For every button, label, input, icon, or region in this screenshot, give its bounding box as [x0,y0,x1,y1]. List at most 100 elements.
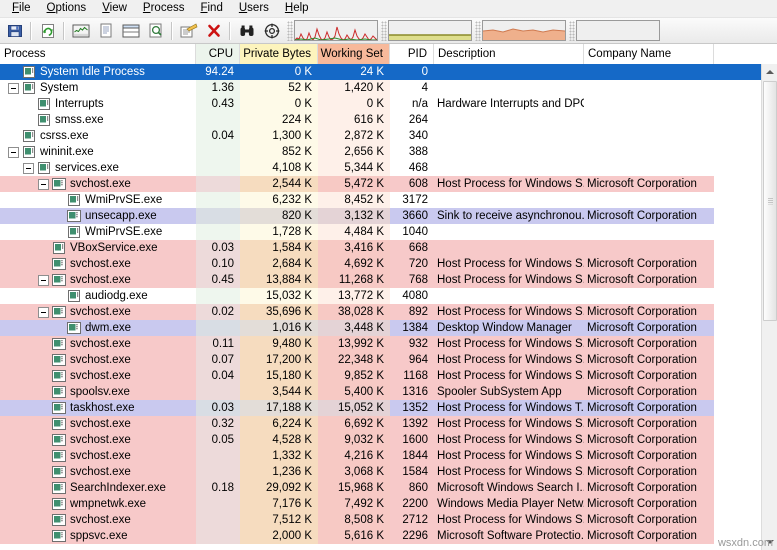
cell-working-set: 13,772 K [318,288,390,304]
find-handle-button[interactable] [144,20,167,42]
cell-cpu: 0.43 [196,96,240,112]
kill-process-button[interactable] [202,20,225,42]
cpu-graph-grip[interactable] [287,20,293,41]
table-row[interactable]: wininit.exe 852 K 2,656 K 388 [0,144,761,160]
table-row[interactable]: unsecapp.exe 820 K 3,132 K 3660 Sink to rece… [0,208,761,224]
cell-cpu [196,112,240,128]
table-row[interactable]: WmiPrvSE.exe 6,232 K 8,452 K 3172 [0,192,761,208]
table-row[interactable]: System Idle Process 94.24 0 K 24 K0 [0,64,761,80]
io-graph-grip[interactable] [475,20,481,41]
table-row[interactable]: svchost.exe 0.32 6,224 K 6,692 K 1392 Host Pr… [0,416,761,432]
dll-view-button[interactable] [119,20,142,42]
table-row[interactable]: SearchIndexer.exe 0.18 29,092 K 15,968 K 860… [0,480,761,496]
vertical-scrollbar[interactable] [761,64,777,550]
table-row[interactable]: svchost.exe 0.07 17,200 K 22,348 K 964 Host P… [0,352,761,368]
table-row[interactable]: sppsvc.exe 2,000 K 5,616 K 2296 Microsoft So… [0,528,761,544]
collapse-icon[interactable] [38,178,49,190]
cell-pid: 3172 [402,194,428,206]
cell-filler [714,208,761,224]
menu-item-users[interactable]: Users [231,0,277,17]
menu-item-process[interactable]: Process [135,0,193,17]
column-header-working-set[interactable]: Working Set [318,44,390,64]
cell-filler [714,112,761,128]
scrollbar-thumb[interactable] [763,81,777,321]
table-row[interactable]: svchost.exe 2,544 K 5,472 K 608 Host Process… [0,176,761,192]
collapse-icon[interactable] [23,162,34,174]
process-name: svchost.exe [70,466,131,478]
find-window-button[interactable] [235,20,258,42]
refresh-button[interactable] [36,20,59,42]
cell-process: sppsvc.exe [0,528,196,544]
scroll-up-button[interactable] [762,64,777,80]
column-header-cpu[interactable]: CPU [196,44,240,64]
process-tree-button[interactable] [177,20,200,42]
table-row[interactable]: System 1.36 52 K 1,420 K 4 [0,80,761,96]
cell-cpu: 0.07 [196,352,240,368]
cell-process: audiodg.exe [0,288,196,304]
table-row[interactable]: dwm.exe 1,016 K 3,448 K 1384 Desktop Window … [0,320,761,336]
cell-cpu: 0.03 [196,240,240,256]
process-icon [67,226,81,238]
column-header-process[interactable]: Process [0,44,196,64]
menu-item-file[interactable]: File [4,0,39,17]
table-row[interactable]: svchost.exe 1,332 K 4,216 K 1844 Host Proces… [0,448,761,464]
table-row[interactable]: svchost.exe 0.11 9,480 K 13,992 K 932 Host Pr… [0,336,761,352]
save-button[interactable] [3,20,26,42]
cell-private-bytes: 9,480 K [240,336,318,352]
properties-button[interactable] [94,20,117,42]
column-header-private-bytes[interactable]: Private Bytes [240,44,318,64]
extra-usage-graph[interactable] [576,20,660,41]
system-information-button[interactable] [69,20,92,42]
table-row[interactable]: VBoxService.exe 0.03 1,584 K 3,416 K 668 [0,240,761,256]
cell-filler [714,416,761,432]
menu-item-find[interactable]: Find [192,0,230,17]
cell-private-bytes: 17,188 K [240,400,318,416]
collapse-icon[interactable] [8,146,19,158]
column-header-company-name[interactable]: Company Name [584,44,714,64]
cell-pid: 1316 [390,384,434,400]
collapse-icon[interactable] [8,82,19,94]
table-row[interactable]: WmiPrvSE.exe 1,728 K 4,484 K 1040 [0,224,761,240]
table-row[interactable]: svchost.exe 0.45 13,884 K 11,268 K 768 Host P… [0,272,761,288]
table-row[interactable]: svchost.exe 7,512 K 8,508 K 2712 Host Proces… [0,512,761,528]
table-row[interactable]: smss.exe 224 K 616 K 264 [0,112,761,128]
table-row[interactable]: services.exe 4,108 K 5,344 K 468 [0,160,761,176]
cell-working-set: 13,992 K [318,336,390,352]
table-row[interactable]: spoolsv.exe 3,544 K 5,400 K 1316 Spooler Sub… [0,384,761,400]
column-header-pid[interactable]: PID [390,44,434,64]
scroll-down-button[interactable] [762,534,777,550]
io-usage-graph[interactable] [482,20,566,41]
collapse-icon[interactable] [38,306,49,318]
memory-usage-graph[interactable] [388,20,472,41]
process-icon [22,66,36,78]
cell-working-set: 38,028 K [318,304,390,320]
table-row[interactable]: taskhost.exe 0.03 17,188 K 15,052 K 1352 Host… [0,400,761,416]
table-row[interactable]: wmpnetwk.exe 7,176 K 7,492 K 2200 Windows Me… [0,496,761,512]
menu-item-view[interactable]: View [94,0,135,17]
extra-graph-grip[interactable] [569,20,575,41]
table-row[interactable]: Interrupts 0.43 0 K0 Kn/a Hardware Interrup… [0,96,761,112]
table-row[interactable]: svchost.exe 1,236 K 3,068 K 1584 Host Proces… [0,464,761,480]
table-row[interactable]: svchost.exe 0.02 35,696 K 38,028 K 892 Host P… [0,304,761,320]
cpu-usage-graph[interactable] [294,20,378,41]
process-list[interactable]: System Idle Process 94.24 0 K 24 K 0 System 1.… [0,64,761,550]
cell-process: svchost.exe [0,272,196,288]
cell-process: svchost.exe [0,368,196,384]
cell-filler [714,64,761,80]
cell-filler [714,320,761,336]
collapse-icon[interactable] [38,274,49,286]
target-crosshair-button[interactable] [260,20,283,42]
menu-item-help[interactable]: Help [277,0,317,17]
table-row[interactable]: svchost.exe 0.10 2,684 K 4,692 K 720 Host Pro… [0,256,761,272]
table-row[interactable]: svchost.exe 0.04 15,180 K 9,852 K 1168 Host P… [0,368,761,384]
cell-description: Microsoft Software Protectio... [434,528,584,544]
cell-description: Host Process for Windows S... [434,352,584,368]
memory-graph-grip[interactable] [381,20,387,41]
table-row[interactable]: csrss.exe 0.04 1,300 K 2,872 K 340 [0,128,761,144]
table-row[interactable]: audiodg.exe 15,032 K 13,772 K 4080 [0,288,761,304]
column-header-description[interactable]: Description [434,44,584,64]
table-row[interactable]: svchost.exe 0.05 4,528 K 9,032 K 1600 Host Pr… [0,432,761,448]
menu-item-options[interactable]: Options [39,0,95,17]
